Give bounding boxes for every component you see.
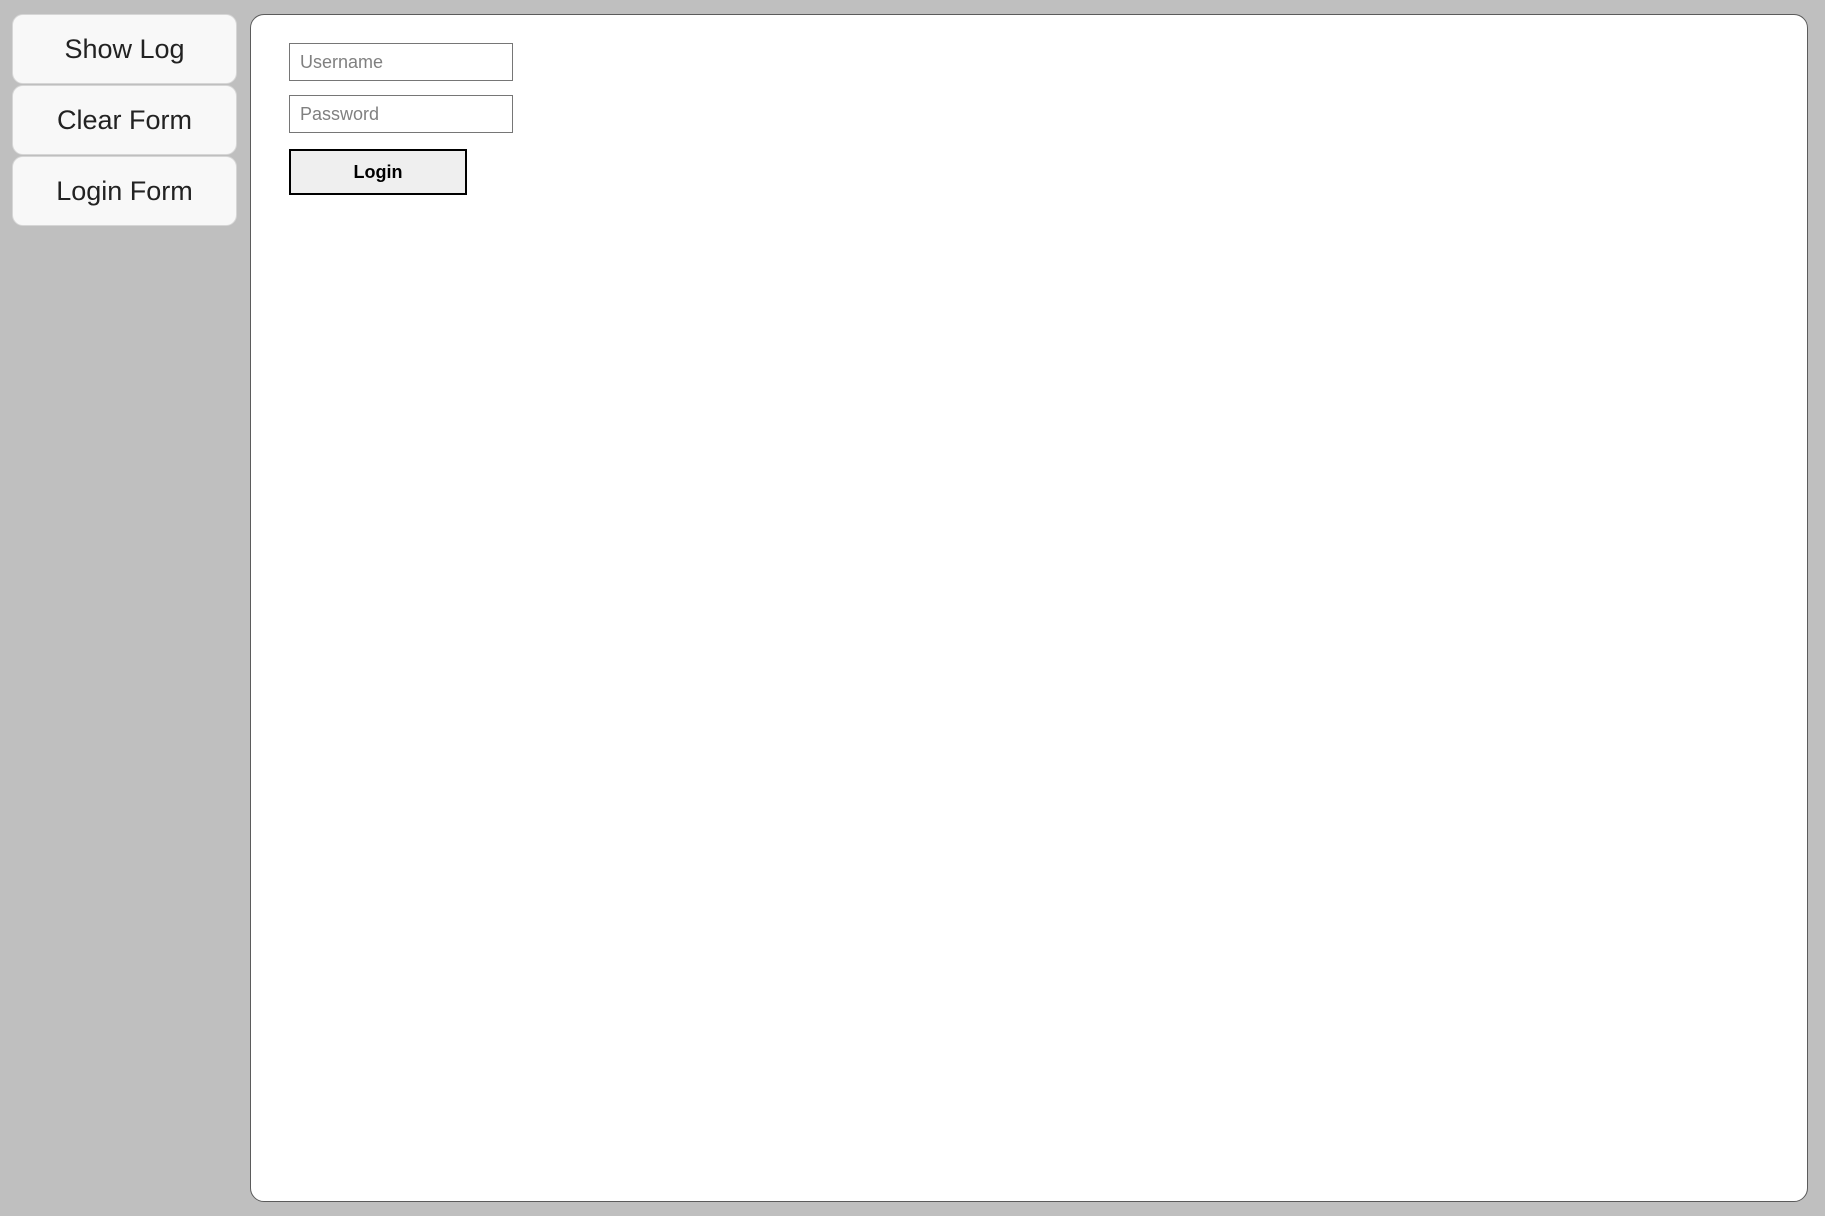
show-log-button[interactable]: Show Log: [12, 14, 237, 84]
password-input[interactable]: [289, 95, 513, 133]
login-form-button[interactable]: Login Form: [12, 156, 237, 226]
main-panel: Login: [250, 14, 1808, 1202]
sidebar: Show Log Clear Form Login Form: [12, 14, 237, 226]
username-input[interactable]: [289, 43, 513, 81]
login-form: Login: [289, 43, 1769, 195]
clear-form-button[interactable]: Clear Form: [12, 85, 237, 155]
login-button[interactable]: Login: [289, 149, 467, 195]
